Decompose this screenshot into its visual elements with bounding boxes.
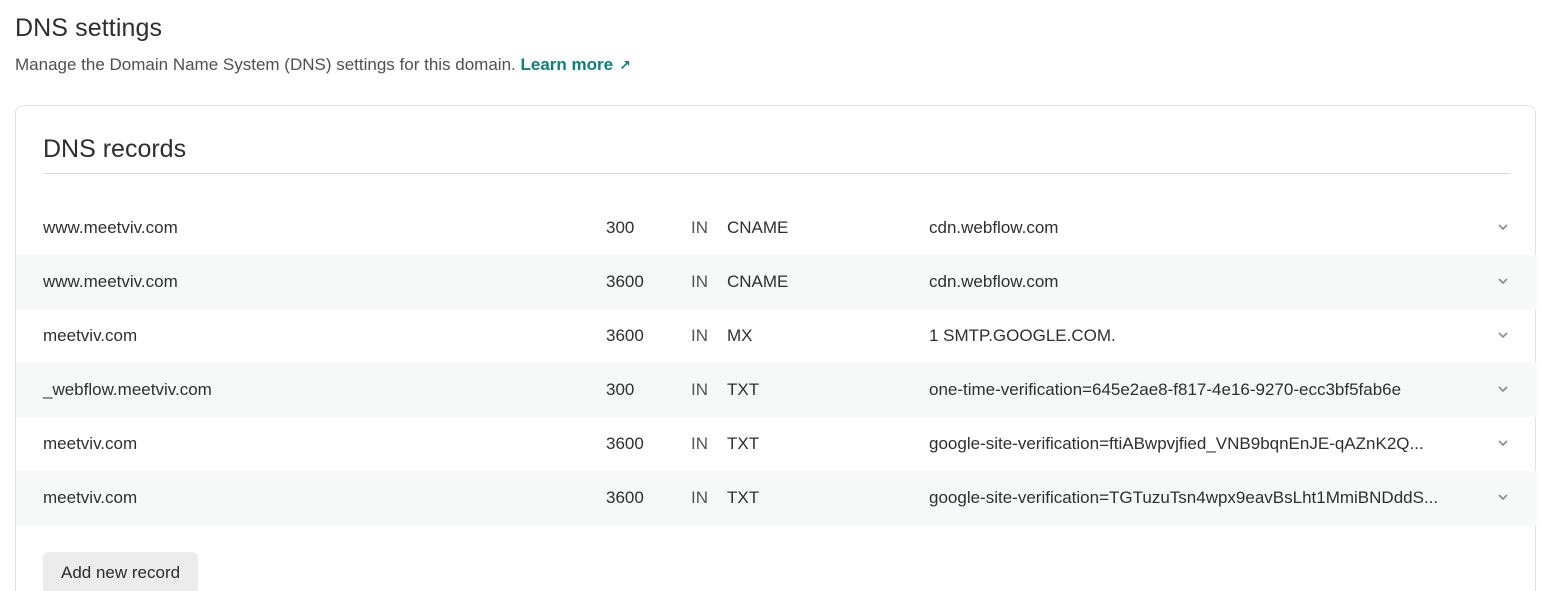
chevron-down-icon[interactable] [1496,220,1510,234]
dns-record-row[interactable]: meetviv.com 3600 IN MX 1 SMTP.GOOGLE.COM… [16,309,1537,363]
record-ttl: 300 [606,218,635,237]
card-divider [43,173,1510,174]
record-value: one-time-verification=645e2ae8-f817-4e16… [929,380,1402,399]
record-value: google-site-verification=TGTuzuTsn4wpx9e… [929,488,1439,507]
record-name: meetviv.com [43,326,138,345]
record-type: CNAME [727,272,789,291]
dns-record-row[interactable]: _webflow.meetviv.com 300 IN TXT one-time… [16,363,1537,417]
learn-more-label: Learn more [520,55,614,74]
page-subtitle: Manage the Domain Name System (DNS) sett… [15,55,631,75]
page-title: DNS settings [15,14,163,42]
record-value: cdn.webflow.com [929,272,1059,291]
dns-record-row[interactable]: www.meetviv.com 3600 IN CNAME cdn.webflo… [16,255,1537,309]
record-type: TXT [727,488,760,507]
card-title: DNS records [43,135,187,163]
record-name: www.meetviv.com [43,272,178,291]
dns-settings-page: DNS settings Manage the Domain Name Syst… [0,0,1542,591]
record-type: TXT [727,380,760,399]
record-class: IN [691,380,708,399]
record-value: google-site-verification=ftiABwpvjfied_V… [929,434,1424,453]
dns-record-row[interactable]: www.meetviv.com 300 IN CNAME cdn.webflow… [16,201,1537,255]
record-type: MX [727,326,753,345]
record-type: TXT [727,434,760,453]
record-ttl: 3600 [606,434,644,453]
subtitle-text: Manage the Domain Name System (DNS) sett… [15,55,516,74]
record-ttl: 3600 [606,272,644,291]
record-ttl: 3600 [606,326,644,345]
record-name: meetviv.com [43,488,138,507]
chevron-down-icon[interactable] [1496,382,1510,396]
record-name: meetviv.com [43,434,138,453]
record-class: IN [691,326,708,345]
record-type: CNAME [727,218,789,237]
dns-record-row[interactable]: meetviv.com 3600 IN TXT google-site-veri… [16,471,1537,525]
dns-records-card: DNS records www.meetviv.com 300 IN CNAME… [15,105,1537,591]
record-ttl: 300 [606,380,635,399]
dns-record-row[interactable]: meetviv.com 3600 IN TXT google-site-veri… [16,417,1537,471]
external-link-icon: ↗ [619,57,631,73]
record-name: www.meetviv.com [43,218,178,237]
record-class: IN [691,272,708,291]
dns-records-list: www.meetviv.com 300 IN CNAME cdn.webflow… [16,201,1537,525]
add-new-record-button[interactable]: Add new record [43,552,199,591]
record-value: 1 SMTP.GOOGLE.COM. [929,326,1116,345]
record-name: _webflow.meetviv.com [43,380,212,399]
learn-more-link[interactable]: Learn more ↗ [521,55,631,74]
record-class: IN [691,488,708,507]
record-class: IN [691,218,708,237]
chevron-down-icon[interactable] [1496,436,1510,450]
record-value: cdn.webflow.com [929,218,1059,237]
chevron-down-icon[interactable] [1496,274,1510,288]
chevron-down-icon[interactable] [1496,328,1510,342]
chevron-down-icon[interactable] [1496,490,1510,504]
record-ttl: 3600 [606,488,644,507]
record-class: IN [691,434,708,453]
